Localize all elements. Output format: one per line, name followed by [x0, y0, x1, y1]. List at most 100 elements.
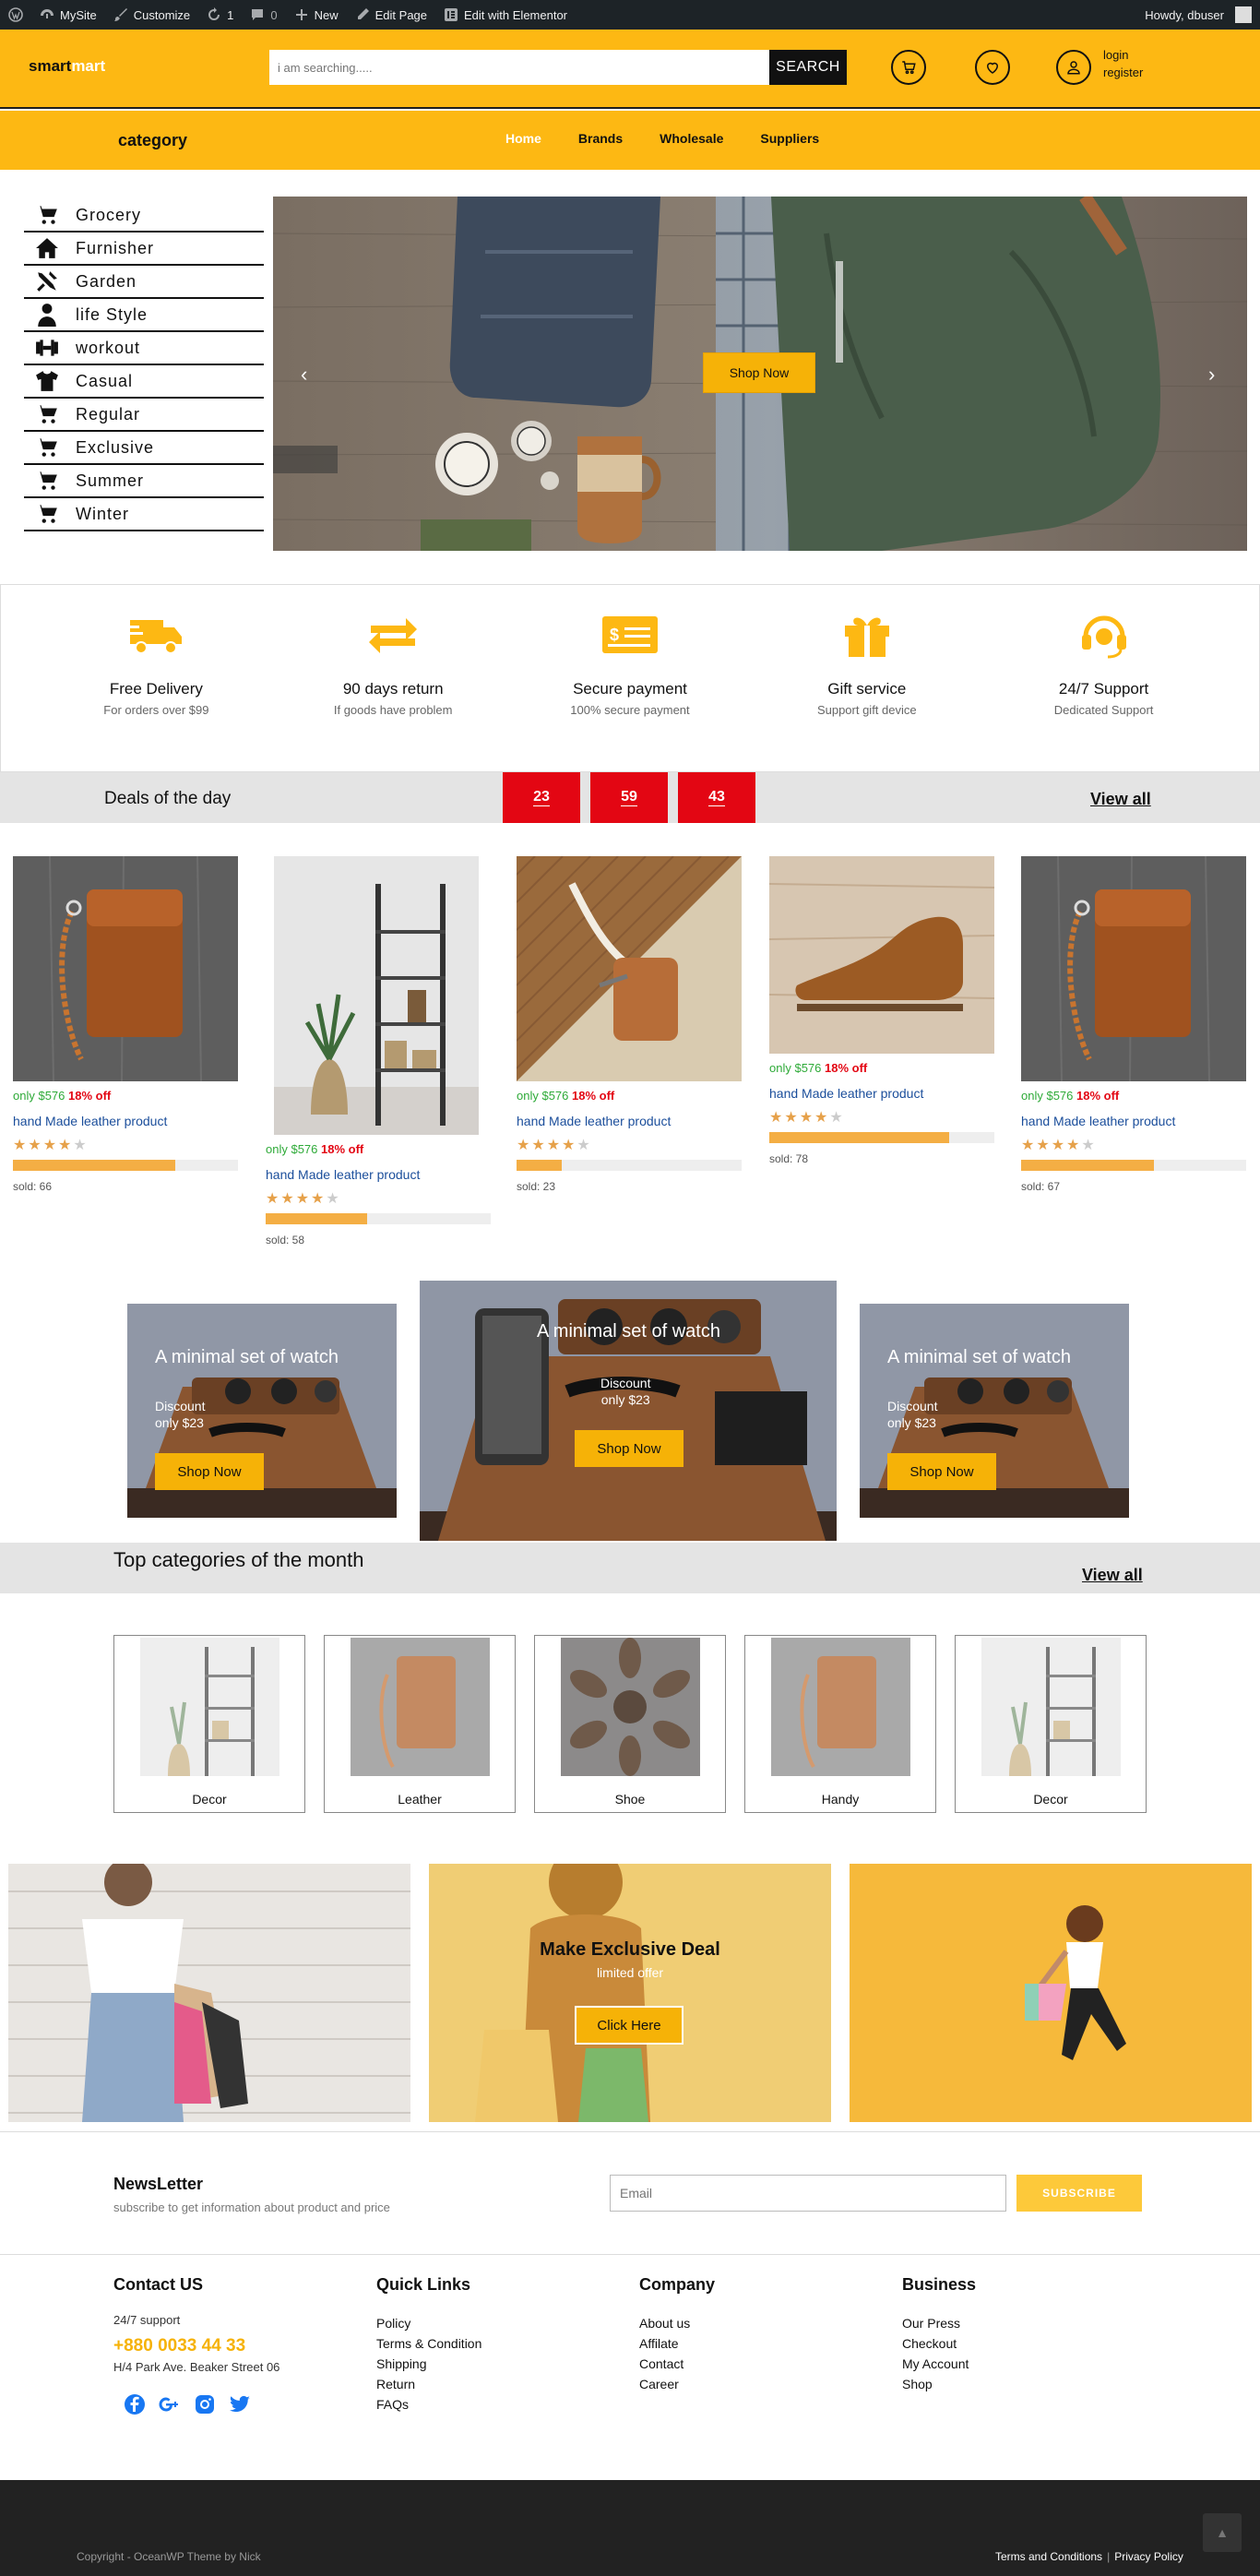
product-name[interactable]: hand Made leather product — [1021, 1114, 1246, 1128]
banner-shop-now-button[interactable]: Shop Now — [155, 1453, 264, 1490]
admin-item-wordpress[interactable] — [0, 0, 31, 30]
nav-wholesale[interactable]: Wholesale — [660, 131, 723, 146]
banner-shop-now-button[interactable]: Shop Now — [887, 1453, 996, 1490]
site-logo[interactable]: smartmart — [29, 57, 105, 76]
progress-fill — [13, 1160, 175, 1171]
nav-brands[interactable]: Brands — [578, 131, 623, 146]
footer-link[interactable]: Return — [376, 2374, 616, 2394]
promo-image-jumping[interactable] — [850, 1864, 1252, 2122]
sidebar-item-grocery[interactable]: Grocery — [24, 199, 264, 233]
scroll-to-top-button[interactable]: ▲ — [1203, 2513, 1242, 2552]
footer-link[interactable]: My Account — [902, 2354, 1142, 2374]
register-link[interactable]: register — [1103, 64, 1143, 81]
admin-item-comments[interactable]: 0 — [242, 0, 285, 30]
progress-fill — [1021, 1160, 1154, 1171]
deals-view-all-link[interactable]: View all — [1090, 790, 1151, 809]
admin-item-elementor[interactable]: Edit with Elementor — [435, 0, 576, 30]
admin-account[interactable]: Howdy, dbuser — [1136, 0, 1260, 30]
newsletter-email-input[interactable] — [610, 2175, 1006, 2212]
footer-link[interactable]: Checkout — [902, 2333, 1142, 2354]
cart-button[interactable] — [891, 50, 926, 85]
product-image[interactable] — [769, 856, 994, 1054]
discount-price: only $23 — [887, 1415, 936, 1430]
top-categories-view-all-link[interactable]: View all — [1082, 1566, 1143, 1585]
instagram-icon[interactable] — [193, 2392, 217, 2416]
product-name[interactable]: hand Made leather product — [266, 1167, 491, 1182]
nav-suppliers[interactable]: Suppliers — [760, 131, 819, 146]
category-card[interactable]: Decor — [955, 1635, 1147, 1813]
cart-icon — [33, 201, 61, 229]
cart-icon — [33, 434, 61, 461]
sidebar-item-exclusive[interactable]: Exclusive — [24, 432, 264, 465]
sidebar-item-regular[interactable]: Regular — [24, 399, 264, 432]
sidebar-item-lifestyle[interactable]: life Style — [24, 299, 264, 332]
watch-banner[interactable]: A minimal set of watch Discount only $23 … — [860, 1304, 1129, 1518]
footer-link[interactable]: FAQs — [376, 2394, 616, 2415]
admin-item-new[interactable]: New — [286, 0, 347, 30]
footer-link[interactable]: Contact — [639, 2354, 879, 2374]
next-slide-button[interactable]: › — [1208, 363, 1215, 387]
search-input[interactable] — [269, 50, 769, 85]
promo-click-here-button[interactable]: Click Here — [575, 2006, 683, 2045]
sidebar-item-garden[interactable]: Garden — [24, 266, 264, 299]
product-image[interactable] — [517, 856, 742, 1081]
phone-number[interactable]: +880 0033 44 33 — [113, 2336, 353, 2356]
sidebar-item-workout[interactable]: workout — [24, 332, 264, 365]
category-label[interactable]: category — [118, 131, 187, 150]
footer-link[interactable]: Career — [639, 2374, 879, 2394]
search-button[interactable]: SEARCH — [769, 50, 847, 85]
category-card[interactable]: Handy — [744, 1635, 936, 1813]
product-card[interactable]: only $576 18% off hand Made leather prod… — [266, 856, 491, 1246]
banner-shop-now-button[interactable]: Shop Now — [575, 1430, 683, 1467]
sidebar-item-label: workout — [76, 338, 141, 357]
admin-item-updates[interactable]: 1 — [198, 0, 242, 30]
watch-banner[interactable]: A minimal set of watch Discount only $23 … — [420, 1281, 837, 1541]
footer-link[interactable]: Terms & Condition — [376, 2333, 616, 2354]
sidebar-item-winter[interactable]: Winter — [24, 498, 264, 531]
account-button[interactable] — [1056, 50, 1091, 85]
category-card[interactable]: Leather — [324, 1635, 516, 1813]
login-link[interactable]: login — [1103, 46, 1143, 64]
footer-link[interactable]: Shipping — [376, 2354, 616, 2374]
product-card[interactable]: only $576 18% off hand Made leather prod… — [517, 856, 742, 1193]
google-plus-icon[interactable] — [158, 2392, 182, 2416]
pencil-icon — [357, 8, 369, 19]
sidebar-item-furnisher[interactable]: Furnisher — [24, 233, 264, 266]
footer-link[interactable]: About us — [639, 2313, 879, 2333]
prev-slide-button[interactable]: ‹ — [301, 363, 307, 387]
category-card[interactable]: Shoe — [534, 1635, 726, 1813]
product-card[interactable]: only $576 18% off hand Made leather prod… — [1021, 856, 1246, 1193]
product-card[interactable]: only $576 18% off hand Made leather prod… — [769, 856, 994, 1165]
privacy-link[interactable]: Privacy Policy — [1114, 2550, 1183, 2563]
footer-link[interactable]: Our Press — [902, 2313, 1142, 2333]
admin-item-edit-page[interactable]: Edit Page — [347, 0, 435, 30]
hero-shop-now-button[interactable]: Shop Now — [704, 353, 814, 392]
terms-link[interactable]: Terms and Conditions — [995, 2550, 1102, 2563]
watch-banner[interactable]: A minimal set of watch Discount only $23 … — [127, 1304, 397, 1518]
promo-image-shopping[interactable] — [8, 1864, 410, 2122]
support-text: 24/7 support — [113, 2313, 181, 2327]
price-text: only $576 — [266, 1142, 318, 1156]
sidebar-item-casual[interactable]: Casual — [24, 365, 264, 399]
admin-item-mysite[interactable]: MySite — [31, 0, 105, 30]
footer-link[interactable]: Policy — [376, 2313, 616, 2333]
product-image[interactable] — [1021, 856, 1246, 1081]
subscribe-button[interactable]: SUBSCRIBE — [1016, 2175, 1142, 2212]
product-image[interactable] — [13, 856, 238, 1081]
footer-link[interactable]: Affilate — [639, 2333, 879, 2354]
avatar — [1235, 6, 1252, 23]
product-name[interactable]: hand Made leather product — [13, 1114, 238, 1128]
facebook-icon[interactable] — [123, 2392, 147, 2416]
cart-icon — [33, 467, 61, 495]
sidebar-item-summer[interactable]: Summer — [24, 465, 264, 498]
category-card[interactable]: Decor — [113, 1635, 305, 1813]
nav-home[interactable]: Home — [505, 131, 541, 146]
product-image[interactable] — [274, 856, 479, 1135]
twitter-icon[interactable] — [228, 2392, 252, 2416]
product-name[interactable]: hand Made leather product — [769, 1086, 994, 1101]
admin-item-customize[interactable]: Customize — [105, 0, 198, 30]
footer-link[interactable]: Shop — [902, 2374, 1142, 2394]
product-name[interactable]: hand Made leather product — [517, 1114, 742, 1128]
product-card[interactable]: only $576 18% off hand Made leather prod… — [13, 856, 238, 1193]
wishlist-button[interactable] — [975, 50, 1010, 85]
